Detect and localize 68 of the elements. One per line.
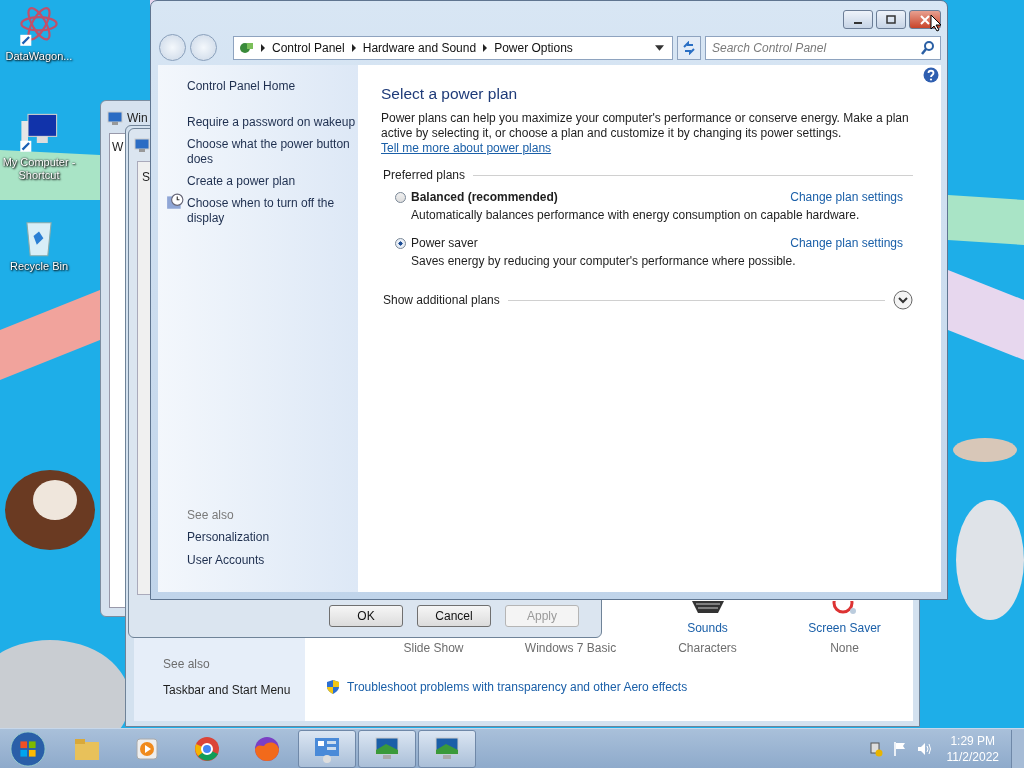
description-text: Power plans can help you maximize your computer's performance or conserve energy. Make a plan active by selecting it, or choose a plan and customize it by changing its power settings. Tell me more about power plans	[381, 111, 910, 156]
shield-icon	[325, 679, 341, 695]
cursor-icon	[930, 14, 942, 32]
troubleshoot-link[interactable]: Troubleshoot problems with transparency and other Aero effects	[347, 680, 688, 694]
radio-button[interactable]	[395, 237, 406, 249]
setting-link[interactable]: Screen Saver	[808, 621, 881, 635]
plan-name[interactable]: Power saver	[411, 236, 478, 250]
group-label: Show additional plans	[383, 293, 500, 307]
sidebar-link[interactable]: Choose when to turn off the display	[187, 196, 357, 226]
chevron-down-icon[interactable]	[893, 290, 913, 310]
breadcrumb-item[interactable]: Hardware and Sound	[362, 40, 477, 55]
help-icon[interactable]	[923, 67, 939, 83]
dialog-button[interactable]: Cancel	[417, 605, 491, 627]
flipper-drawing	[953, 438, 1017, 462]
group-label: Preferred plans	[383, 168, 466, 182]
atom-icon[interactable]	[17, 4, 61, 48]
monitor-icon	[134, 137, 150, 153]
taskbar-button[interactable]	[418, 729, 476, 768]
sidebar-link[interactable]: User Accounts	[187, 553, 357, 568]
taskbar-button[interactable]	[358, 729, 416, 768]
change-plan-link[interactable]: Change plan settings	[790, 236, 903, 250]
breadcrumb-item[interactable]: Control Panel	[272, 40, 345, 55]
maximize-button[interactable]	[876, 10, 906, 29]
breadcrumb-item[interactable]: Power Options	[494, 40, 573, 55]
clock-date: 11/2/2022	[946, 748, 999, 765]
sidebar-link[interactable]: Personalization	[187, 530, 357, 545]
sidebar-link[interactable]: Choose what the power button does	[187, 137, 357, 167]
search-field[interactable]: Search Control Panel	[705, 35, 941, 60]
window-title: Win	[127, 111, 148, 125]
dialog-button[interactable]: OK	[329, 605, 403, 627]
setting-value: Windows 7 Basic	[524, 641, 617, 655]
refresh-icon	[682, 40, 696, 55]
sidebar-link[interactable]: Require a password on wakeup	[187, 115, 356, 130]
close-icon	[919, 14, 931, 25]
refresh-button[interactable]	[677, 35, 701, 60]
see-also-label: See also	[163, 657, 211, 671]
plan-description: Automatically balances performance with energy consumption on capable hardware.	[410, 208, 861, 222]
setting-value: Slide Show	[403, 641, 464, 655]
sidebar-link[interactable]: Create a power plan	[187, 174, 296, 189]
search-icon[interactable]	[920, 39, 936, 56]
minimize-icon	[854, 21, 862, 24]
monitor-icon	[107, 110, 123, 126]
breadcrumb-arrow-icon	[482, 43, 489, 52]
window-text: W	[112, 140, 124, 154]
sidebar-link[interactable]: Control Panel Home	[187, 79, 296, 94]
maximize-icon	[885, 14, 897, 25]
radio-button[interactable]	[395, 191, 406, 203]
breadcrumb-arrow-icon	[350, 43, 357, 52]
page-heading: Select a power plan	[381, 85, 519, 103]
network-icon[interactable]	[867, 740, 884, 757]
sidebar-link[interactable]: Taskbar and Start Menu	[163, 683, 305, 697]
clock-time: 1:29 PM	[950, 732, 996, 749]
windows-logo-icon	[9, 729, 47, 768]
plan-description: Saves energy by reducing your computer's performance where possible.	[410, 254, 797, 268]
setting-value: Characters	[678, 641, 737, 655]
plan-name[interactable]: Balanced (recommended)	[411, 190, 558, 204]
see-also-label: See also	[187, 508, 235, 522]
minimize-button[interactable]	[843, 10, 873, 29]
clock-icon	[166, 193, 184, 211]
address-bar[interactable]: Control Panel Hardware and Sound Power Options	[233, 35, 673, 60]
change-plan-link[interactable]: Change plan settings	[790, 190, 903, 204]
dialog-text: S	[142, 170, 150, 184]
help-link[interactable]: Tell me more about power plans	[381, 141, 552, 155]
breadcrumb-arrow-icon	[260, 43, 266, 52]
setting-value: None	[830, 641, 859, 655]
taskbar-button[interactable]	[298, 729, 356, 768]
dropdown-arrow-icon[interactable]	[655, 44, 664, 51]
setting-link[interactable]: Sounds	[687, 621, 728, 635]
